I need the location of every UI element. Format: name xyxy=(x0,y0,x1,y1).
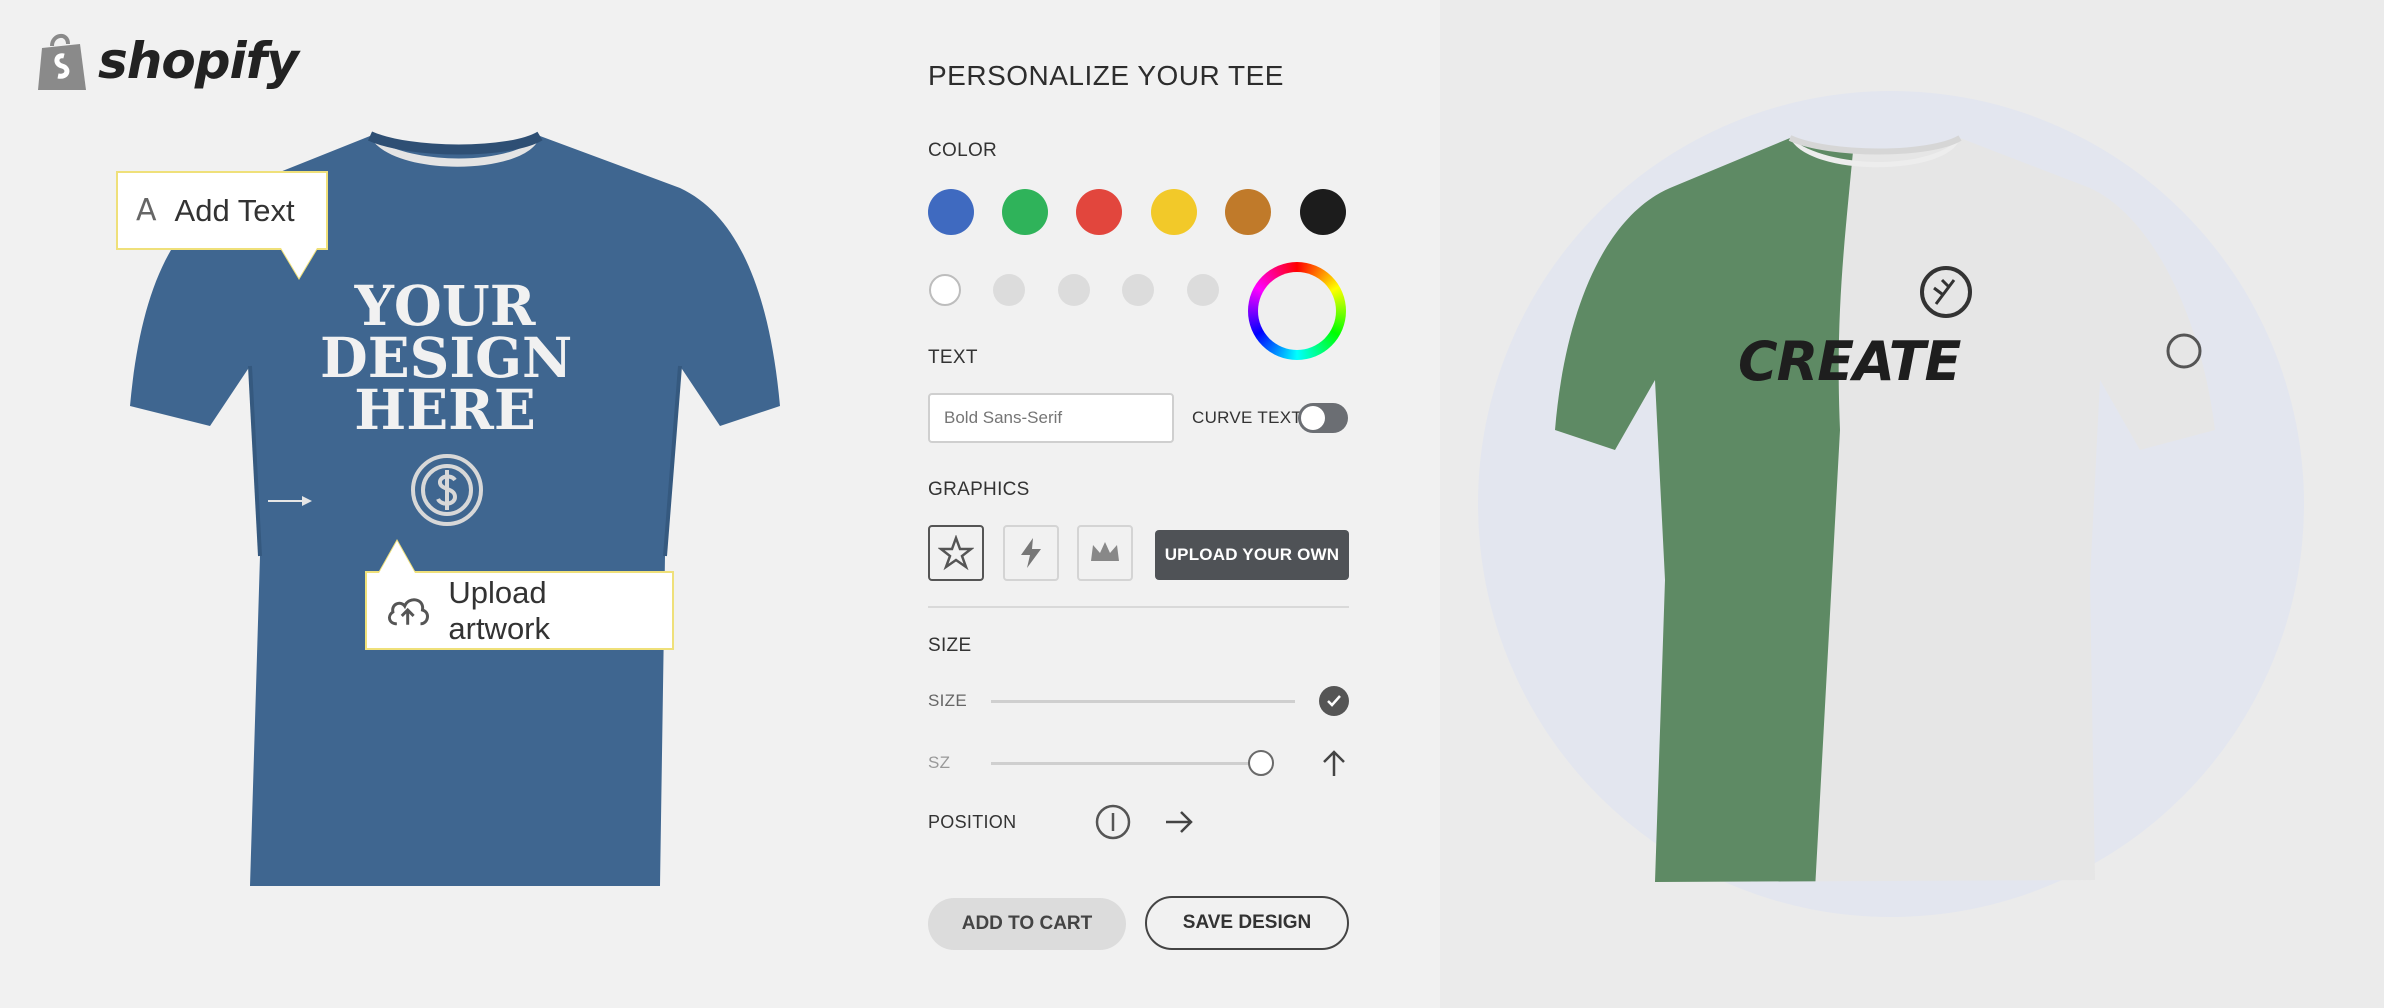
panel-title: PERSONALIZE YOUR TEE xyxy=(928,60,1284,91)
shirt-preview xyxy=(1555,135,2215,882)
curve-text-toggle[interactable] xyxy=(1298,403,1348,433)
text-label: TEXT xyxy=(928,347,978,368)
upload-artwork-callout[interactable]: Upload artwork xyxy=(365,541,674,650)
font-input[interactable] xyxy=(928,393,1174,443)
sz-slider-track[interactable] xyxy=(991,762,1271,765)
size-slider-label: SIZE xyxy=(928,691,967,710)
swatch-black[interactable] xyxy=(1300,189,1346,235)
callout-tail xyxy=(379,541,415,573)
callout-tail xyxy=(281,248,317,278)
shopify-bag-icon xyxy=(38,34,86,90)
curve-text-label: CURVE TEXT xyxy=(1192,408,1303,427)
design-placeholder[interactable]: YOUR DESIGN HERE xyxy=(320,278,572,442)
crown-icon xyxy=(1091,542,1119,561)
sz-slider-thumb[interactable] xyxy=(1248,750,1274,776)
color-label: COLOR xyxy=(928,140,998,161)
swatch-yellow[interactable] xyxy=(1151,189,1197,235)
swatch-empty[interactable] xyxy=(1122,274,1154,306)
add-to-cart-button[interactable]: ADD TO CART xyxy=(928,898,1126,950)
checkmark-icon xyxy=(1327,695,1341,707)
graphic-star-button[interactable] xyxy=(928,525,984,581)
size-confirm-button[interactable] xyxy=(1319,686,1349,716)
position-label: POSITION xyxy=(928,812,1017,832)
add-text-callout[interactable]: A Add Text xyxy=(116,171,328,278)
personalize-panel: PERSONALIZE YOUR TEE COLOR TEXT CURVE TE… xyxy=(928,0,1349,1008)
text-tool-icon: A xyxy=(136,193,157,228)
graphic-crown-button[interactable] xyxy=(1077,525,1133,581)
swatch-empty[interactable] xyxy=(1058,274,1090,306)
save-design-button[interactable]: SAVE DESIGN xyxy=(1145,896,1349,950)
sz-slider-label: SZ xyxy=(928,753,951,772)
size-section-label: SIZE xyxy=(928,635,972,656)
pointer-arrow-icon xyxy=(268,496,312,506)
size-slider-track[interactable] xyxy=(991,700,1295,703)
color-wheel-picker[interactable] xyxy=(1248,262,1346,360)
swatch-red[interactable] xyxy=(1076,189,1122,235)
swatch-empty[interactable] xyxy=(1187,274,1219,306)
swatch-blue[interactable] xyxy=(928,189,974,235)
arrow-up-icon[interactable] xyxy=(1321,750,1347,778)
swatch-white[interactable] xyxy=(929,274,961,306)
graphics-label: GRAPHICS xyxy=(928,479,1030,500)
preview-text: CREATE xyxy=(1738,330,1961,393)
brand-wordmark: shopify xyxy=(98,32,299,90)
brand-logo[interactable]: shopify xyxy=(34,30,299,92)
add-text-label: Add Text xyxy=(174,192,295,228)
upload-your-own-button[interactable]: UPLOAD YOUR OWN xyxy=(1155,530,1349,580)
lightning-bolt-icon xyxy=(1021,538,1041,568)
section-divider xyxy=(928,606,1349,608)
swatch-empty[interactable] xyxy=(993,274,1025,306)
align-center-icon[interactable] xyxy=(1095,804,1131,840)
cloud-upload-icon xyxy=(387,597,429,625)
star-icon xyxy=(938,535,974,571)
dollar-coin-icon xyxy=(411,454,483,526)
upload-artwork-label: Upload artwork xyxy=(448,574,551,646)
arrow-right-icon[interactable] xyxy=(1164,809,1194,835)
design-line-3: HERE xyxy=(354,377,536,442)
swatch-green[interactable] xyxy=(1002,189,1048,235)
swatch-orange[interactable] xyxy=(1225,189,1271,235)
graphic-bolt-button[interactable] xyxy=(1003,525,1059,581)
